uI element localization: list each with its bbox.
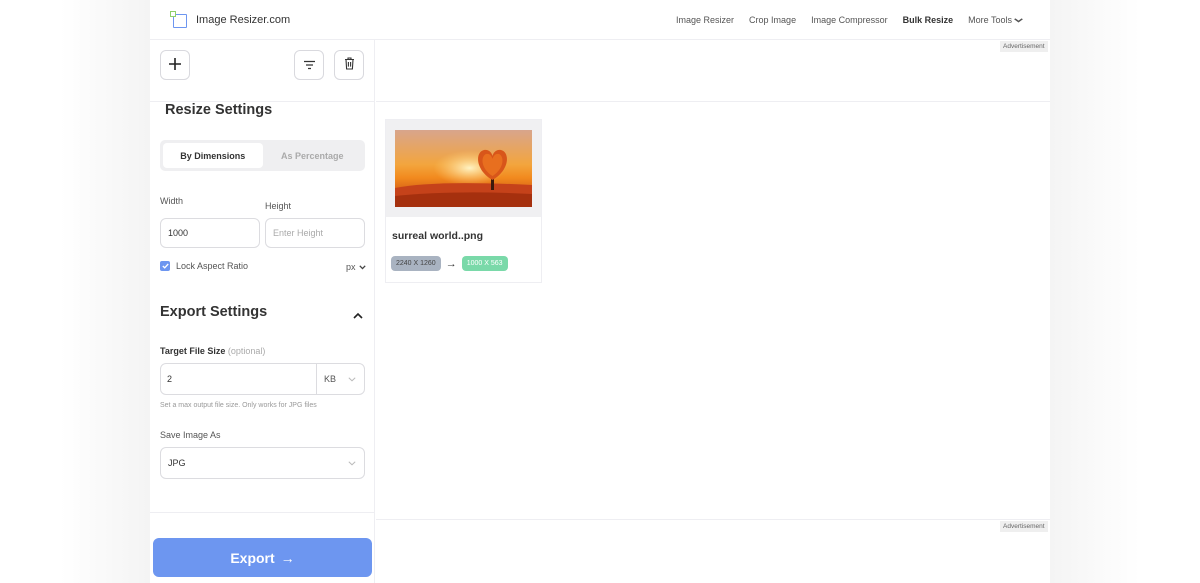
export-button[interactable]: Export → xyxy=(153,538,372,577)
lock-aspect-row: Lock Aspect Ratio xyxy=(160,261,248,271)
image-file-name: surreal world..png xyxy=(392,230,484,242)
tab-as-percentage[interactable]: As Percentage xyxy=(263,143,363,168)
chevron-down-icon xyxy=(348,376,356,382)
export-settings-title: Export Settings xyxy=(160,304,268,320)
ad-divider-bottom xyxy=(376,519,1050,520)
file-size-unit-dropdown[interactable]: KB xyxy=(316,364,364,394)
target-file-size-label-text: Target File Size xyxy=(160,346,226,356)
nav-bulk-resize[interactable]: Bulk Resize xyxy=(903,15,954,25)
resize-settings-title: Resize Settings xyxy=(165,102,273,118)
save-format-dropdown[interactable]: JPG xyxy=(160,447,365,479)
lock-aspect-label: Lock Aspect Ratio xyxy=(176,261,249,271)
settings-sidebar: Resize Settings By Dimensions As Percent… xyxy=(150,40,375,583)
new-dimensions-badge: 1000 X 563 xyxy=(461,256,508,271)
nav-more-tools-label: More Tools xyxy=(968,15,1012,25)
advertisement-label-top: Advertisement xyxy=(1000,41,1048,52)
save-format-value: JPG xyxy=(168,458,186,468)
width-label: Width xyxy=(160,196,184,206)
chevron-down-icon xyxy=(1014,16,1024,25)
advertisement-label-bottom: Advertisement xyxy=(1000,521,1048,532)
export-button-label: Export xyxy=(230,549,275,566)
nav-crop-image[interactable]: Crop Image xyxy=(749,15,796,25)
nav-more-tools[interactable]: More Tools xyxy=(968,15,1024,25)
top-header: Image Resizer.com Image Resizer Crop Ima… xyxy=(150,0,1050,40)
logo[interactable]: Image Resizer.com xyxy=(170,11,290,29)
target-file-size-input[interactable] xyxy=(161,364,316,394)
optional-tag: (optional) xyxy=(227,346,266,356)
tab-by-dimensions[interactable]: By Dimensions xyxy=(163,143,263,168)
sidebar-divider xyxy=(150,512,375,513)
filter-icon xyxy=(303,58,316,73)
chevron-down-icon xyxy=(348,458,356,468)
logo-text: Image Resizer.com xyxy=(196,14,291,26)
trash-icon xyxy=(344,57,355,73)
page-backdrop-right xyxy=(1050,0,1200,583)
height-input[interactable] xyxy=(265,218,365,248)
arrow-right-icon: → xyxy=(280,549,295,566)
page-backdrop-left xyxy=(0,0,150,583)
unit-dropdown[interactable]: px xyxy=(346,262,366,272)
file-size-unit-value: KB xyxy=(324,374,337,384)
heart-tree-image xyxy=(395,130,532,207)
arrow-right-icon: → xyxy=(445,257,457,270)
lock-aspect-checkbox[interactable] xyxy=(160,261,170,271)
main-nav: Image Resizer Crop Image Image Compresso… xyxy=(676,0,1024,40)
dimension-change: 2240 X 1260 → 1000 X 563 xyxy=(391,256,508,271)
image-card[interactable]: surreal world..png 2240 X 1260 → 1000 X … xyxy=(385,119,542,283)
height-label: Height xyxy=(265,201,292,211)
app-page: Image Resizer.com Image Resizer Crop Ima… xyxy=(150,0,1050,583)
image-thumbnail xyxy=(386,120,541,217)
target-file-size-group: KB xyxy=(160,363,365,395)
resize-mode-tabs: By Dimensions As Percentage xyxy=(160,140,365,171)
unit-value: px xyxy=(346,262,356,272)
sort-filter-button[interactable] xyxy=(294,50,324,80)
sidebar-toolbar xyxy=(150,40,374,102)
target-file-size-hint: Set a max output file size. Only works f… xyxy=(160,402,317,409)
target-file-size-label: Target File Size (optional) xyxy=(160,346,265,356)
nav-image-resizer[interactable]: Image Resizer xyxy=(676,15,734,25)
logo-icon xyxy=(170,11,188,29)
check-icon xyxy=(161,263,169,269)
chevron-up-icon xyxy=(353,306,363,323)
plus-icon xyxy=(168,57,182,74)
nav-image-compressor[interactable]: Image Compressor xyxy=(811,15,888,25)
width-input[interactable] xyxy=(160,218,260,248)
delete-all-button[interactable] xyxy=(334,50,364,80)
collapse-export-settings-button[interactable] xyxy=(353,306,363,324)
save-image-as-label: Save Image As xyxy=(160,430,221,440)
original-dimensions-badge: 2240 X 1260 xyxy=(391,256,441,271)
add-image-button[interactable] xyxy=(160,50,190,80)
chevron-down-icon xyxy=(358,264,366,270)
ad-slot-top xyxy=(376,40,1050,102)
